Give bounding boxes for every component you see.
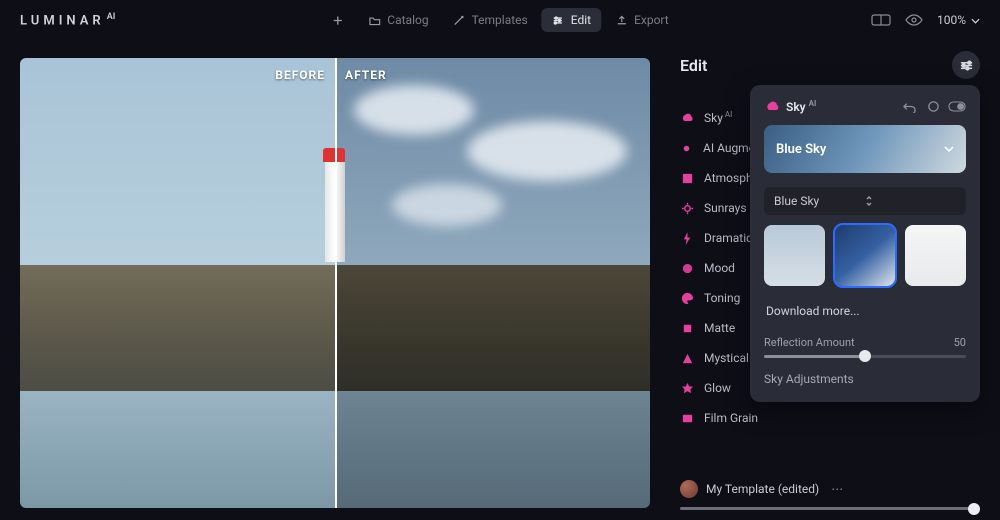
nav-catalog[interactable]: Catalog	[358, 8, 438, 32]
export-icon	[615, 14, 628, 27]
nav-label: Templates	[472, 13, 528, 27]
nav-label: Export	[634, 13, 669, 27]
effect-label: Toning	[704, 291, 740, 305]
sun-icon	[680, 201, 694, 215]
before-half	[20, 58, 335, 508]
nav-label: Edit	[571, 13, 591, 27]
slider-track[interactable]	[764, 355, 966, 358]
sparkle-icon	[680, 141, 693, 155]
sky-thumb-light-clouds[interactable]	[764, 225, 825, 286]
effect-label: Dramatic	[704, 231, 752, 245]
sky-thumbnails	[764, 225, 966, 286]
cloud-icon	[680, 111, 694, 125]
sliders-icon	[552, 14, 565, 27]
compare-divider[interactable]	[335, 58, 337, 508]
chevron-down-icon	[944, 146, 954, 152]
sky-thumb-blue-sky[interactable]	[835, 225, 896, 286]
slider-knob[interactable]	[968, 503, 980, 515]
slider-label: Reflection Amount	[764, 336, 855, 349]
download-more-link[interactable]: Download more...	[764, 298, 966, 324]
sky-select[interactable]: Blue Sky	[764, 187, 966, 215]
sky-panel-header: Sky AI	[764, 97, 966, 115]
effect-filmgrain[interactable]: Film Grain	[680, 411, 770, 425]
sky-panel-title: Sky AI	[786, 99, 816, 114]
nav-label: Catalog	[387, 13, 428, 27]
sky-adjustments-section[interactable]: Sky Adjustments	[764, 372, 966, 386]
sky-preset-hero[interactable]: Blue Sky	[764, 125, 966, 173]
wand-icon	[453, 14, 466, 27]
cloud-icon	[764, 100, 780, 112]
template-amount-slider[interactable]	[680, 507, 980, 510]
edit-panel-header: Edit	[680, 50, 980, 80]
topbar: LUMINARAI Catalog Templates Edit	[0, 0, 1000, 40]
app-brand: LUMINARAI	[20, 12, 115, 28]
effect-label: Mystical	[704, 351, 749, 365]
triangle-icon	[680, 351, 694, 365]
plus-icon	[331, 14, 344, 27]
star-icon	[680, 381, 694, 395]
after-label: AFTER	[345, 68, 387, 82]
film-icon	[680, 411, 694, 425]
grid-icon	[680, 171, 694, 185]
before-label: BEFORE	[275, 68, 325, 82]
visibility-toggle-icon[interactable]	[948, 97, 966, 115]
effect-label: Matte	[704, 321, 735, 335]
square-icon	[680, 321, 694, 335]
image-canvas[interactable]: BEFORE AFTER	[20, 58, 650, 508]
main-nav: Catalog Templates Edit Export	[321, 8, 678, 32]
updown-icon	[865, 195, 956, 207]
panel-settings-button[interactable]	[952, 51, 980, 79]
after-half	[335, 58, 650, 508]
undo-icon[interactable]	[900, 97, 918, 115]
topbar-right: 100%	[871, 13, 980, 27]
nav-export[interactable]: Export	[605, 8, 679, 32]
sky-tool-panel: Sky AI Blue Sky Blue Sky Download more..…	[750, 85, 980, 402]
effect-label: Sunrays	[704, 201, 747, 215]
nav-edit[interactable]: Edit	[542, 8, 601, 32]
select-value: Blue Sky	[774, 194, 865, 208]
preset-name: Blue Sky	[776, 142, 826, 157]
effect-label: Mood	[704, 261, 735, 275]
add-button[interactable]	[321, 9, 354, 32]
reflection-slider[interactable]: Reflection Amount 50	[764, 336, 966, 358]
sky-thumb-overcast[interactable]	[905, 225, 966, 286]
panel-title: Edit	[680, 56, 707, 75]
slider-knob[interactable]	[859, 350, 871, 362]
preview-eye-icon[interactable]	[905, 14, 923, 26]
effect-label: Film Grain	[704, 411, 758, 425]
slider-value: 50	[954, 336, 966, 349]
effect-label: Glow	[704, 381, 731, 395]
palette-icon	[680, 291, 694, 305]
zoom-level[interactable]: 100%	[937, 13, 980, 27]
compare-toggle-icon[interactable]	[871, 14, 891, 26]
mood-icon	[680, 261, 694, 275]
effect-label: SkyAI	[704, 110, 732, 125]
bolt-icon	[680, 231, 694, 245]
nav-templates[interactable]: Templates	[443, 8, 538, 32]
mask-icon[interactable]	[924, 97, 942, 115]
folder-icon	[368, 14, 381, 27]
